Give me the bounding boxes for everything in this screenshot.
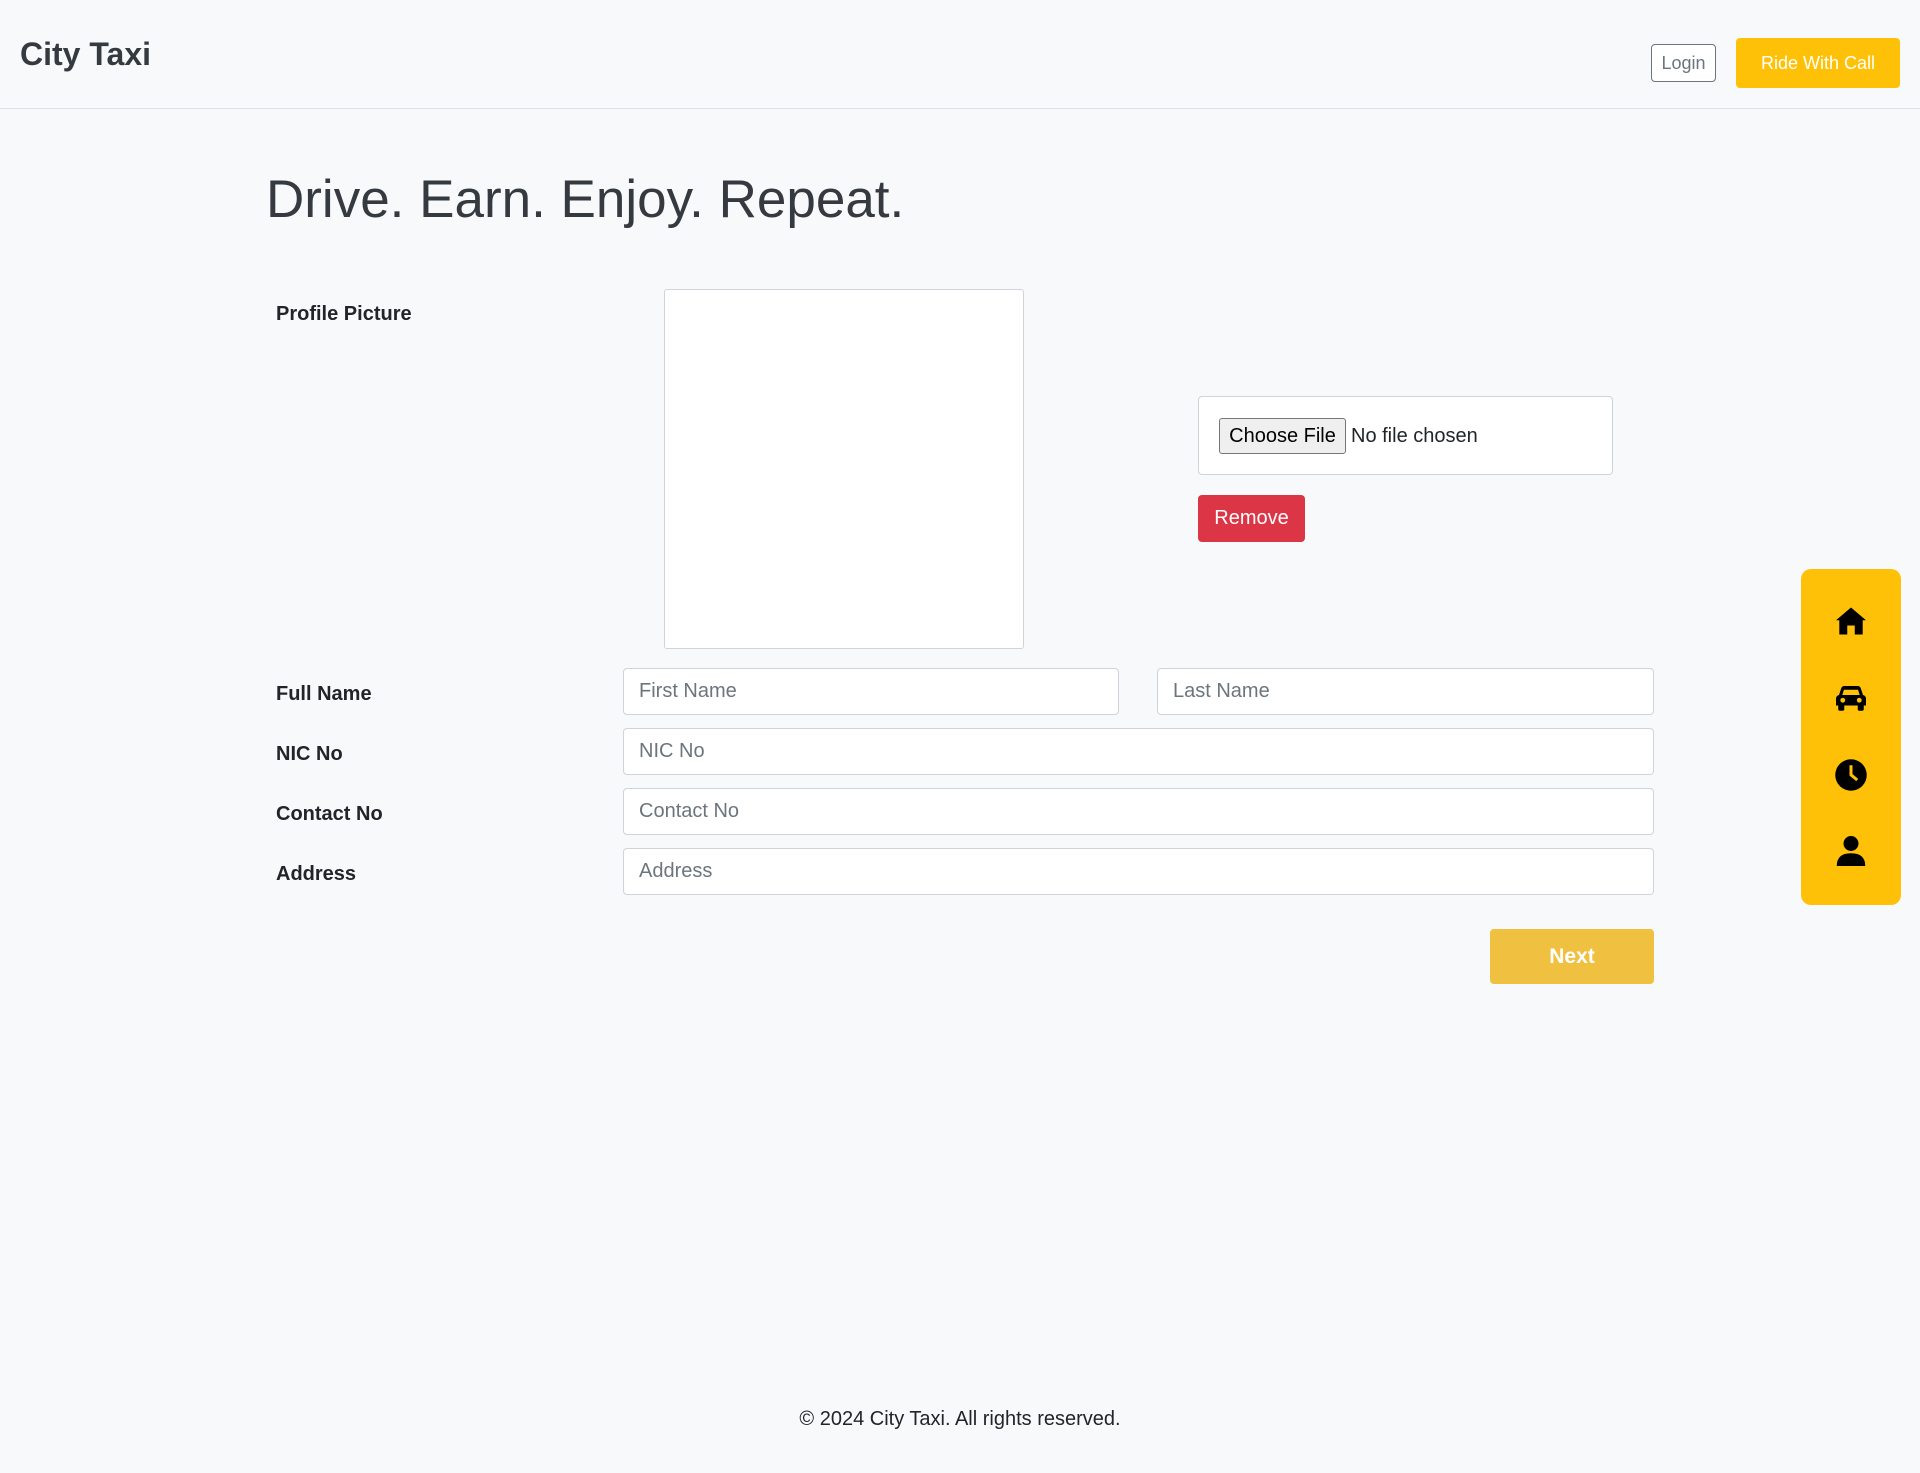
footer-copyright: © 2024 City Taxi. All rights reserved.: [799, 1408, 1121, 1430]
nic-label: NIC No: [276, 743, 343, 765]
contact-input[interactable]: [623, 788, 1654, 835]
ride-with-call-button[interactable]: Ride With Call: [1736, 38, 1900, 88]
profile-picture-preview: [664, 289, 1024, 649]
next-button[interactable]: Next: [1490, 929, 1654, 984]
file-status-text: No file chosen: [1351, 425, 1478, 447]
brand-logo-text[interactable]: City Taxi: [20, 34, 151, 74]
side-nav-rail: [1801, 569, 1901, 905]
choose-file-button[interactable]: Choose File: [1219, 418, 1346, 454]
login-button[interactable]: Login: [1651, 44, 1716, 82]
home-icon[interactable]: [1833, 603, 1869, 639]
first-name-input[interactable]: [623, 668, 1119, 715]
remove-picture-button[interactable]: Remove: [1198, 495, 1305, 542]
clock-icon[interactable]: [1833, 757, 1869, 793]
file-input-container: Choose File No file chosen: [1198, 396, 1613, 475]
address-label: Address: [276, 863, 357, 885]
full-name-label: Full Name: [276, 683, 372, 705]
nic-input[interactable]: [623, 728, 1654, 775]
page-title: Drive. Earn. Enjoy. Repeat.: [266, 170, 905, 229]
contact-label: Contact No: [276, 803, 383, 825]
profile-picture-label: Profile Picture: [276, 303, 412, 325]
car-icon[interactable]: [1833, 680, 1869, 716]
address-input[interactable]: [623, 848, 1654, 895]
last-name-input[interactable]: [1157, 668, 1654, 715]
user-icon[interactable]: [1833, 833, 1869, 869]
top-navbar: City Taxi Login Ride With Call: [0, 0, 1920, 109]
